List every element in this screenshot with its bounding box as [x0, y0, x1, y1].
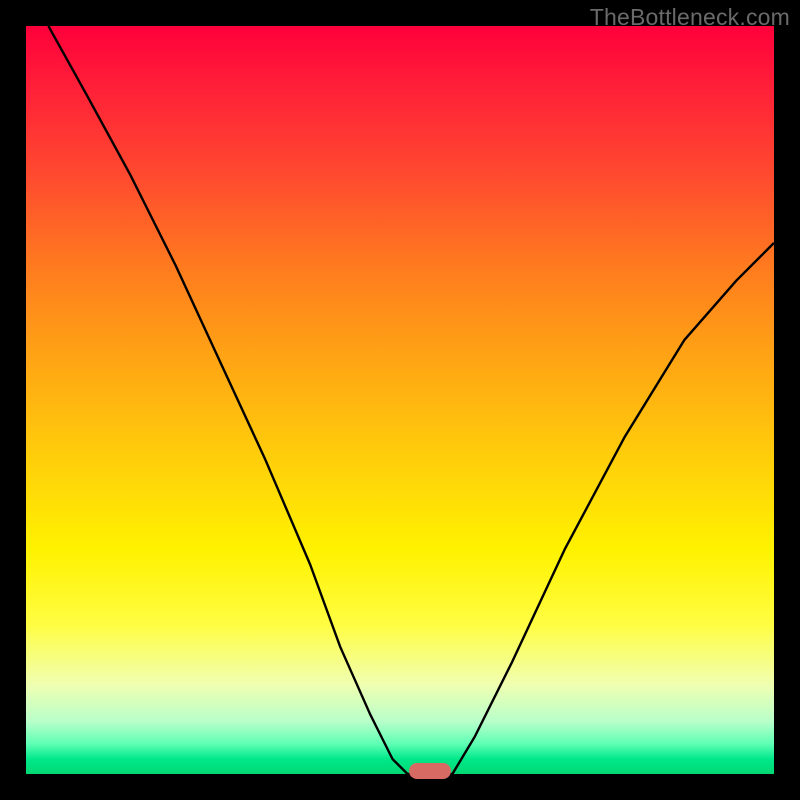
optimal-point-marker — [409, 763, 451, 779]
chart-frame: TheBottleneck.com — [0, 0, 800, 800]
watermark-label: TheBottleneck.com — [590, 4, 790, 31]
plot-area — [26, 26, 774, 774]
bottleneck-curve — [26, 26, 774, 774]
